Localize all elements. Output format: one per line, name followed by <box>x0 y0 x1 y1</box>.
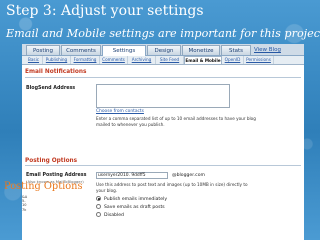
blogsend-help-line2: mailed to whenever you publish. <box>96 122 165 127</box>
tab-comments[interactable]: Comments <box>61 45 101 55</box>
subtab-permissions[interactable]: Permissions <box>244 56 274 64</box>
tab-stats[interactable]: Stats <box>221 45 251 55</box>
subtab-site-feed[interactable]: Site Feed <box>156 56 184 64</box>
radio-label: Save emails as draft posts <box>104 205 165 210</box>
blogsend-textarea[interactable] <box>96 84 230 108</box>
subtab-publishing[interactable]: Publishing <box>43 56 71 64</box>
tab-design[interactable]: Design <box>147 45 181 55</box>
email-posting-label: Email Posting Address <box>26 173 87 178</box>
radio-label: Publish emails immediately <box>104 197 168 202</box>
subtab-comments[interactable]: Comments <box>100 56 128 64</box>
radio-button[interactable] <box>96 204 101 209</box>
email-posting-domain: @blogger.com <box>172 173 205 178</box>
blogsend-label: BlogSend Address <box>26 86 76 91</box>
blogger-settings-screenshot: Posting Comments Settings Design Monetiz… <box>22 44 304 240</box>
blogsend-help: Enter a comma separated list of up to 10… <box>96 116 302 128</box>
email-posting-help-line2: your blog. <box>96 188 118 193</box>
subtab-archiving[interactable]: Archiving <box>128 56 156 64</box>
left-edge-fragments: &A 5- 10 7k <box>22 195 28 212</box>
radio-label: Disabled <box>104 213 124 218</box>
email-posting-username-input[interactable]: usernyer2010. 9ddff5 <box>96 172 168 179</box>
view-blog-link[interactable]: View Blog <box>254 45 281 55</box>
subtab-formatting[interactable]: Formatting <box>71 56 100 64</box>
posting-options-overlay-title: Posting Options <box>4 181 83 192</box>
tab-settings[interactable]: Settings <box>102 45 146 56</box>
choose-from-contacts-link[interactable]: Choose from contacts <box>96 109 144 114</box>
left-fragment: 7k <box>22 207 27 212</box>
slide-subtitle: Email and Mobile settings are important … <box>6 27 320 40</box>
email-posting-help: Use this address to post text and images… <box>96 182 302 194</box>
radio-save-as-draft[interactable]: Save emails as draft posts <box>96 204 165 210</box>
main-tab-bar: Posting Comments Settings Design Monetiz… <box>22 44 304 56</box>
subtab-basic[interactable]: Basic <box>25 56 43 64</box>
radio-button[interactable] <box>96 212 101 217</box>
tab-posting[interactable]: Posting <box>26 45 60 55</box>
email-notifications-heading: Email Notifications <box>25 69 87 75</box>
posting-options-heading: Posting Options <box>25 158 78 164</box>
subtab-email-mobile[interactable]: Email & Mobile <box>184 56 222 64</box>
slide-title: Step 3: Adjust your settings <box>6 3 204 19</box>
radio-disabled[interactable]: Disabled <box>96 212 124 218</box>
divider <box>25 77 301 78</box>
subtab-openid[interactable]: OpenID <box>222 56 244 64</box>
radio-button-checked[interactable] <box>96 196 101 201</box>
radio-publish-immediately[interactable]: Publish emails immediately <box>96 196 167 202</box>
settings-subtab-bar: Basic Publishing Formatting Comments Arc… <box>22 56 304 65</box>
divider <box>25 165 301 166</box>
tab-monetize[interactable]: Monetize <box>182 45 220 55</box>
